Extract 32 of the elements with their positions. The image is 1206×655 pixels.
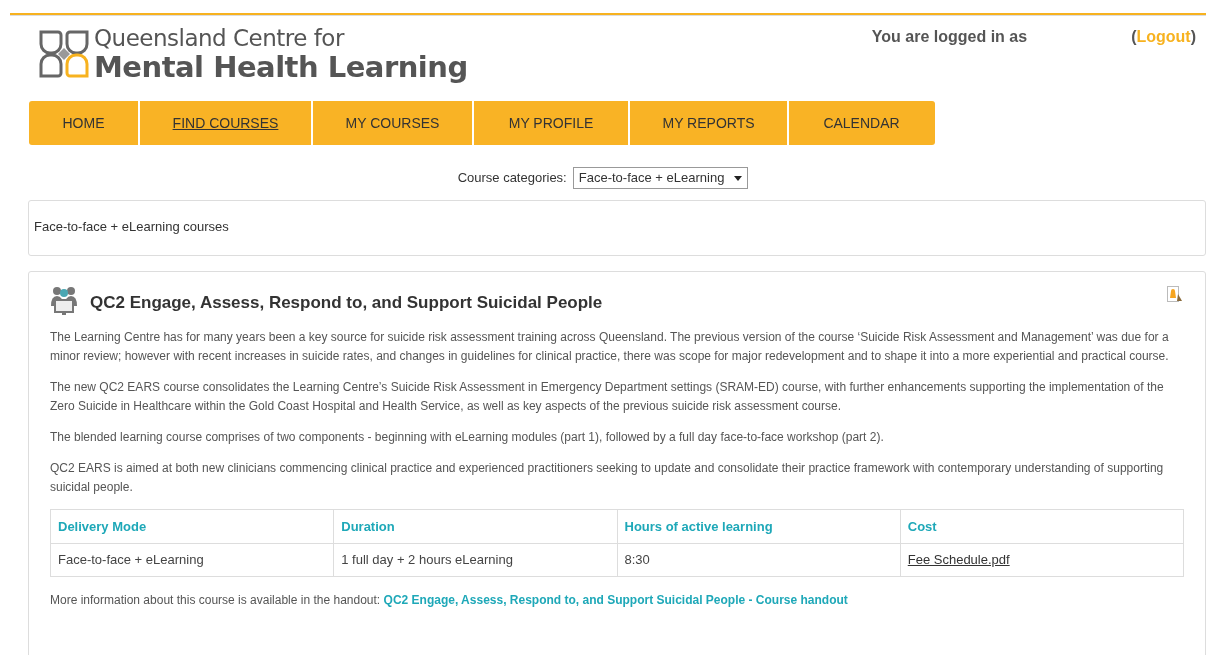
categories-label: Course categories: [457, 169, 567, 188]
nav-tab[interactable]: CALENDAR [789, 101, 934, 145]
column-header: Hours of active learning [617, 509, 901, 544]
nav-tab[interactable]: HOME [29, 101, 140, 145]
nav-tab[interactable]: MY PROFILE [474, 101, 630, 145]
column-header: Delivery Mode [50, 509, 334, 544]
category-dropdown[interactable]: Face-to-face + eLearning [572, 167, 749, 189]
category-description: Face-to-face + eLearning courses [34, 219, 229, 234]
table-cell: 1 full day + 2 hours eLearning [333, 543, 617, 577]
column-header: Duration [333, 509, 617, 544]
nav-tab[interactable]: MY REPORTS [630, 101, 789, 145]
enrol-icon[interactable] [1167, 286, 1184, 303]
logo-title: Mental Health Learning [94, 51, 468, 83]
people-computer-icon [50, 286, 78, 316]
login-status: You are logged in as [871, 27, 1028, 47]
logo-subtitle: Queensland Centre for [94, 25, 346, 51]
course-paragraph: The new QC2 EARS course consolidates the Learning Centre’s Suicide Risk Assessment in Emergency Department settings (SRAM-ED) course, with further enhancements supporting the implementation of the Zero Suicide in Healthcare within the Gold Coast Hospital and Health Service, as well as key aspects of the previous suicide risk assessment course. [50, 379, 1165, 415]
course-title: QC2 Engage, Assess, Respond to, and Support Suicidal People [90, 292, 603, 315]
fee-schedule-link[interactable]: Fee Schedule.pdf [907, 552, 1010, 568]
dropdown-caret-icon [734, 175, 743, 181]
table-cell: Face-to-face + eLearning [50, 543, 334, 577]
nav-tab[interactable]: FIND COURSES [140, 101, 313, 145]
course-paragraph: QC2 EARS is aimed at both new clinicians commencing clinical practice and experienced practitioners seeking to update and consolidate their practice framework with contemporary understanding of supporting suicidal people. [50, 460, 1165, 496]
course-paragraph: The blended learning course comprises of two components - beginning with eLearning modules (part 1), followed by a full day face-to-face workshop (part 2). [50, 429, 885, 446]
table-cell: 8:30 [617, 543, 901, 577]
paren: ( [1131, 27, 1137, 47]
paren: ) [1190, 27, 1196, 47]
logo-icon [38, 29, 90, 79]
column-header: Cost [900, 509, 1184, 544]
course-paragraph: The Learning Centre has for many years been a key source for suicide risk assessment training across Queensland. The previous version of the course ‘Suicide Risk Assessment and Management’ was due for a minor review; however with recent increases in suicide rates, and changes in guidelines for clinical practice, there was scope for major redevelopment and to shape it into a more experiential and practical course. [50, 329, 1170, 365]
handout-note: More information about this course is available in the handout: QC2 Engage, Assess, Respond to, and Support Suicidal People - Course handout [50, 592, 849, 609]
nav-tab[interactable]: MY COURSES [313, 101, 474, 145]
